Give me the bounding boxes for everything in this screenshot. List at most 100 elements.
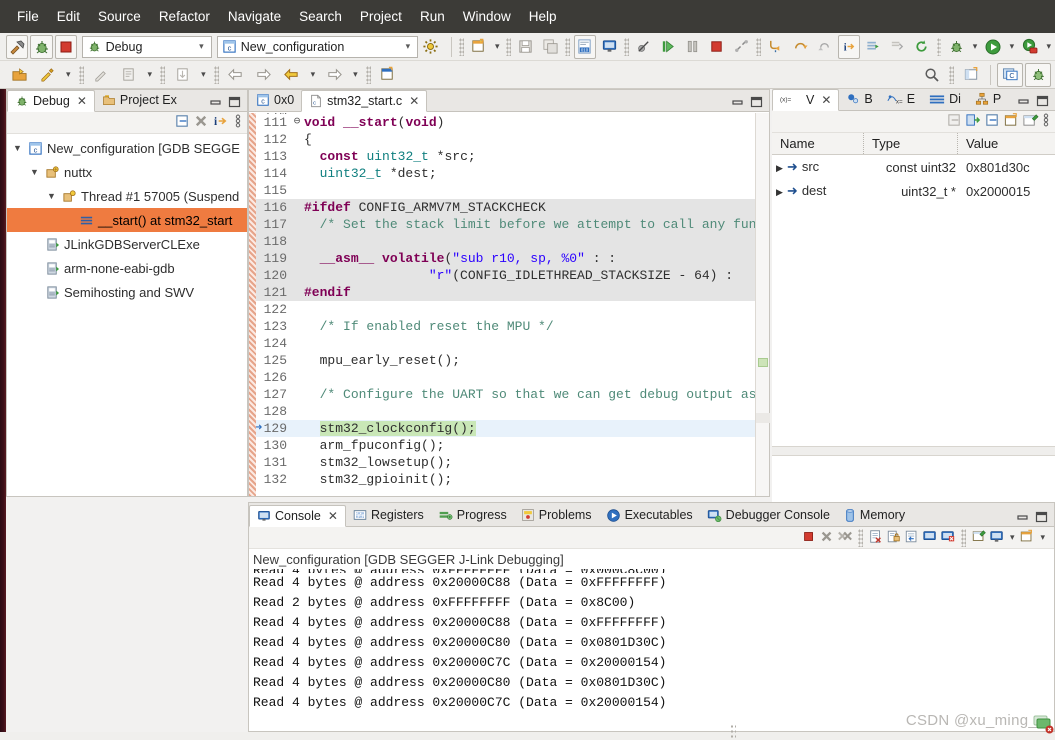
close-icon[interactable]: ✕ [821, 93, 831, 107]
code-line[interactable]: 125 mpu_early_reset(); [256, 352, 755, 369]
new-file-icon[interactable] [468, 35, 490, 59]
tab-progress[interactable]: Progress [431, 504, 514, 526]
maximize-icon[interactable] [750, 96, 763, 111]
resume-icon[interactable] [657, 35, 679, 59]
tree-item[interactable]: arm-none-eabi-gdb [7, 256, 247, 280]
display-selected-console-dropdown-icon[interactable]: ▾ [1007, 532, 1018, 543]
new-perspective-icon[interactable] [958, 63, 984, 87]
overview-ruler[interactable] [755, 113, 770, 496]
launch-config-combo[interactable]: c New_configuration ▾ [216, 35, 419, 58]
run-launch-dropdown-icon[interactable]: ▾ [1006, 41, 1019, 52]
step-over-icon[interactable] [789, 35, 811, 59]
remove-all-launches-icon[interactable] [837, 529, 853, 547]
collapse-icon[interactable] [984, 112, 1001, 131]
step-return-icon[interactable] [813, 35, 835, 59]
view-menu-icon[interactable] [1041, 112, 1051, 131]
debug-mode-combo[interactable]: Debug ▾ [81, 35, 212, 58]
code-line[interactable]: 117 /* Set the stack limit before we att… [256, 216, 755, 233]
minimize-icon[interactable] [1016, 511, 1029, 526]
debug-launch-icon[interactable] [945, 35, 967, 59]
tab-disassembly[interactable]: Di [922, 88, 968, 110]
code-line[interactable]: 114 uint32_t *dest; [256, 165, 755, 182]
menu-help[interactable]: Help [520, 5, 566, 28]
disconnect-icon[interactable] [730, 35, 752, 59]
maximize-icon[interactable] [1035, 511, 1048, 526]
view-menu-icon[interactable] [233, 113, 243, 132]
tab-expressions[interactable]: x= E [880, 88, 922, 110]
open-type-icon[interactable] [6, 63, 32, 87]
pin-console-icon[interactable] [971, 529, 987, 547]
tree-item[interactable]: JLinkGDBServerCLExe [7, 232, 247, 256]
open-dropdown-icon[interactable]: ▾ [61, 69, 76, 80]
tree-item-selected[interactable]: __start() at stm32_start [7, 208, 247, 232]
chevron-down-icon[interactable]: ▾ [194, 41, 209, 52]
tab-debug[interactable]: Debug ✕ [7, 90, 95, 112]
code-line[interactable]: 121 #endif [256, 284, 755, 301]
menu-file[interactable]: File [8, 5, 48, 28]
chevron-down-icon[interactable]: ▼ [28, 167, 41, 177]
next-edit-icon[interactable] [321, 63, 347, 87]
chevron-down-icon[interactable]: ▼ [11, 143, 24, 153]
tree-item[interactable]: ▼ nuttx [7, 160, 247, 184]
code-line[interactable]: 122 [256, 301, 755, 318]
code-line[interactable]: 131 stm32_lowsetup(); [256, 454, 755, 471]
hammer-icon[interactable] [6, 34, 29, 59]
word-wrap-icon[interactable] [904, 529, 920, 547]
code-line[interactable]: 129 ➜ stm32_clockconfig(); [256, 420, 755, 437]
next-edit-dropdown-icon[interactable]: ▾ [348, 69, 363, 80]
code-line[interactable]: 112 { [256, 131, 755, 148]
menu-run[interactable]: Run [411, 5, 454, 28]
code-line[interactable]: 111 ⊖ void __start(void) [256, 114, 755, 131]
step-info-icon[interactable]: i [212, 113, 231, 132]
debug-launch-tree[interactable]: ▼ c New_configuration [GDB SEGGE ▼ nuttx ▼ Thr… [7, 134, 247, 304]
tab-stm32-start-c[interactable]: c stm32_start.c ✕ [301, 90, 428, 112]
console-log[interactable]: Read 4 bytes @ address 0xFFFFFFFF (Data … [249, 569, 1054, 719]
close-icon[interactable]: ✕ [77, 94, 87, 108]
tab-executables[interactable]: Executables [599, 504, 700, 526]
perspective-c-cpp-icon[interactable]: C [997, 62, 1023, 87]
code-line[interactable]: 118 [256, 233, 755, 250]
tree-item[interactable]: Semihosting and SWV [7, 280, 247, 304]
restart-icon[interactable] [911, 35, 933, 59]
tab-debugger-console[interactable]: Debugger Console [700, 504, 837, 526]
edit-watch-icon[interactable] [1022, 112, 1039, 131]
code-line[interactable]: 123 /* If enabled reset the MPU */ [256, 318, 755, 335]
console-icon[interactable] [598, 35, 620, 59]
terminate-icon[interactable] [801, 529, 817, 547]
variable-row[interactable]: ▶ ➜ src const uint32 0x801d30c [772, 155, 1055, 179]
collapse-all-icon[interactable] [174, 113, 191, 132]
menu-search[interactable]: Search [290, 5, 351, 28]
code-area[interactable]: 110111 ⊖void __start(void) 112 {113 const u… [249, 113, 769, 496]
variable-row[interactable]: ▶ ➜ dest uint32_t * 0x2000015 [772, 179, 1055, 203]
menu-project[interactable]: Project [351, 5, 411, 28]
code-line[interactable]: 124 [256, 335, 755, 352]
code-lines[interactable]: 110111 ⊖void __start(void) 112 {113 const u… [256, 113, 755, 496]
expand-arrow-icon[interactable]: ▶ [776, 163, 787, 173]
tree-item[interactable]: ▼ c New_configuration [GDB SEGGE [7, 136, 247, 160]
previous-edit-icon[interactable] [279, 63, 305, 87]
instruction-stepping-icon[interactable]: i [837, 34, 861, 59]
code-line[interactable]: 110 [256, 113, 755, 114]
new-element-icon[interactable] [88, 63, 114, 87]
next-annotation-icon[interactable] [169, 63, 195, 87]
tab-console[interactable]: Console ✕ [249, 505, 346, 527]
tab-peripherals[interactable]: P [968, 88, 1008, 110]
overview-scroll-thumb[interactable] [756, 413, 770, 423]
minimize-icon[interactable] [1017, 95, 1030, 110]
variables-table-body[interactable]: ▶ ➜ src const uint32 0x801d30c ▶ ➜ dest uint32_t… [772, 155, 1055, 203]
menu-window[interactable]: Window [454, 5, 520, 28]
tab-registers[interactable]: 1010 0101 Registers [346, 504, 431, 526]
column-header-value[interactable]: Value [958, 133, 1055, 154]
resize-grip[interactable] [730, 724, 736, 738]
gear-icon[interactable] [419, 35, 441, 59]
search-icon[interactable] [919, 63, 945, 87]
show-console-icon[interactable] [922, 529, 938, 547]
annotation-dropdown-icon[interactable]: ▾ [143, 69, 158, 80]
variable-value-cell[interactable]: 0x801d30c [958, 160, 1055, 175]
show-type-names-icon[interactable] [965, 112, 982, 131]
clear-console-icon[interactable] [868, 529, 884, 547]
remove-launch-icon[interactable] [819, 529, 835, 547]
next-annotation-dropdown-icon[interactable]: ▾ [196, 69, 211, 80]
tab-problems[interactable]: Problems [514, 504, 599, 526]
new-file-dropdown-icon[interactable]: ▾ [491, 41, 504, 52]
